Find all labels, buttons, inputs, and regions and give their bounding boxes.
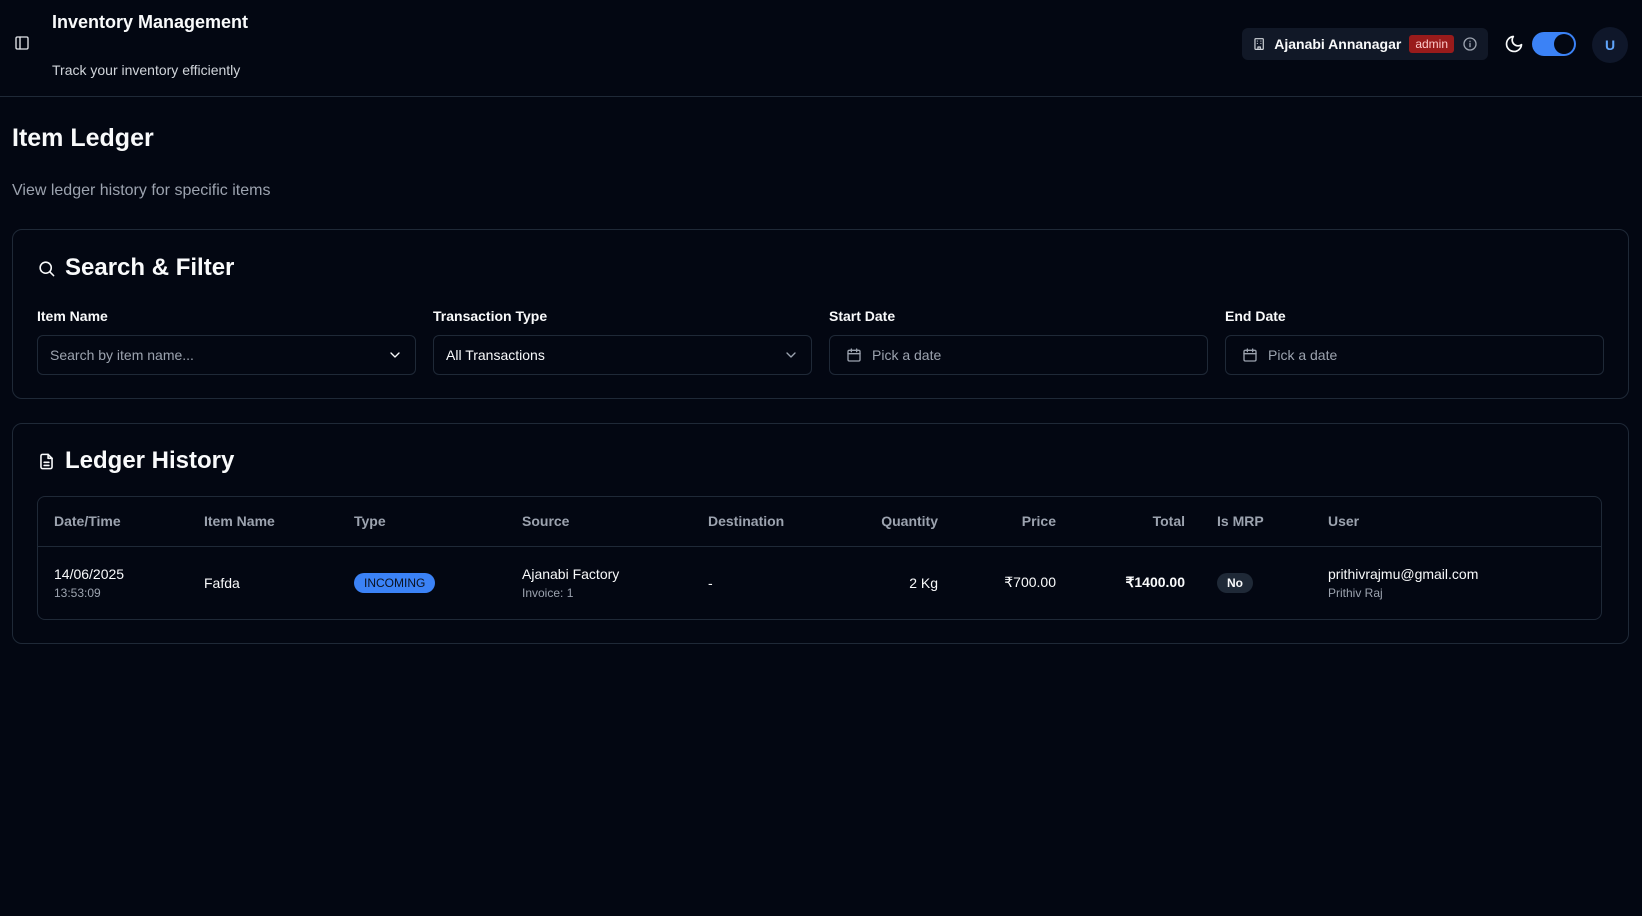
end-date-picker[interactable]: Pick a date (1225, 335, 1604, 375)
cell-datetime: 14/06/2025 13:53:09 (38, 546, 188, 619)
column-header-destination: Destination (708, 513, 785, 530)
building-icon (1254, 38, 1264, 50)
row-time: 13:53:09 (54, 585, 101, 600)
start-date-label: Start Date (829, 308, 896, 324)
cell-item-name: Fafda (204, 574, 240, 591)
item-name-field: Item Name Search by item name... (37, 308, 416, 375)
info-icon[interactable] (1462, 36, 1478, 52)
cell-source: Ajanabi Factory Invoice: 1 (506, 546, 692, 619)
page-title: Item Ledger (12, 124, 154, 152)
transaction-type-select[interactable]: All Transactions (433, 335, 812, 375)
column-header-user: User (1328, 513, 1360, 530)
column-header-type: Type (354, 513, 386, 530)
ledger-table: Date/Time Item Name Type Source Destinat… (38, 497, 1601, 619)
table-row[interactable]: 14/06/2025 13:53:09 Fafda INCOMING Ajana… (38, 546, 1601, 619)
column-header-price: Price (1021, 513, 1056, 530)
start-date-picker[interactable]: Pick a date (829, 335, 1208, 375)
panel-left-icon (15, 36, 29, 50)
transaction-type-field: Transaction Type All Transactions (433, 308, 812, 375)
file-text-icon (40, 453, 53, 469)
moon-icon (1505, 35, 1523, 53)
cell-is-mrp: No (1201, 546, 1312, 619)
theme-toggle[interactable] (1532, 32, 1576, 56)
cell-total: ₹1400.00 (1125, 574, 1185, 591)
type-badge: INCOMING (354, 572, 436, 593)
item-name-label: Item Name (37, 308, 108, 324)
ledger-history-header: Ledger History (37, 447, 234, 475)
end-date-field: End Date Pick a date (1225, 308, 1604, 375)
role-badge: admin (1409, 35, 1454, 53)
avatar[interactable]: U (1592, 27, 1628, 63)
chevron-down-icon (786, 352, 796, 358)
item-name-combobox[interactable]: Search by item name... (37, 335, 416, 375)
store-name: Ajanabi Annanagar (1274, 36, 1402, 52)
transaction-type-label: Transaction Type (433, 308, 548, 324)
row-source-detail: Invoice: 1 (522, 585, 574, 600)
transaction-type-value: All Transactions (446, 347, 545, 363)
ledger-table-container: Date/Time Item Name Type Source Destinat… (37, 496, 1602, 620)
search-filter-card: Search & Filter Item Name Search by item… (12, 229, 1629, 399)
column-header-item-name: Item Name (204, 513, 275, 530)
mrp-badge: No (1217, 572, 1253, 593)
start-date-placeholder: Pick a date (872, 347, 942, 363)
chevron-down-icon (390, 352, 400, 358)
table-header-row: Date/Time Item Name Type Source Destinat… (38, 497, 1601, 546)
item-name-placeholder: Search by item name... (50, 347, 194, 363)
cell-type: INCOMING (338, 546, 506, 619)
row-user-email: prithivrajmu@gmail.com (1328, 565, 1479, 582)
cell-destination: - (708, 574, 713, 591)
row-source: Ajanabi Factory (522, 565, 620, 582)
sidebar-toggle-button[interactable] (13, 34, 31, 52)
end-date-placeholder: Pick a date (1268, 347, 1338, 363)
end-date-label: End Date (1225, 308, 1286, 324)
column-header-datetime: Date/Time (54, 513, 121, 530)
column-header-is-mrp: Is MRP (1217, 513, 1264, 530)
store-selector[interactable]: Ajanabi Annanagar admin (1242, 28, 1488, 60)
page-subtitle: View ledger history for specific items (12, 182, 271, 199)
column-header-total: Total (1152, 513, 1185, 530)
search-filter-header: Search & Filter (37, 254, 234, 282)
app-header: Inventory Management Track your inventor… (0, 0, 1642, 97)
row-date: 14/06/2025 (54, 565, 125, 582)
calendar-icon (1243, 348, 1257, 362)
app-subtitle: Track your inventory efficiently (52, 62, 241, 78)
column-header-source: Source (522, 513, 570, 530)
row-user-name: Prithiv Raj (1328, 585, 1383, 600)
app-title: Inventory Management (52, 12, 249, 32)
calendar-icon (847, 348, 861, 362)
search-filter-title: Search & Filter (65, 254, 235, 281)
start-date-field: Start Date Pick a date (829, 308, 1208, 375)
ledger-history-card: Ledger History Date/Time Item Name Type … (12, 423, 1629, 644)
ledger-history-title: Ledger History (65, 447, 235, 474)
cell-quantity: 2 Kg (909, 574, 938, 591)
search-icon (39, 260, 55, 276)
column-header-quantity: Quantity (881, 513, 938, 530)
cell-user: prithivrajmu@gmail.com Prithiv Raj (1312, 546, 1601, 619)
toggle-knob (1554, 34, 1574, 54)
cell-price: ₹700.00 (1004, 574, 1056, 591)
